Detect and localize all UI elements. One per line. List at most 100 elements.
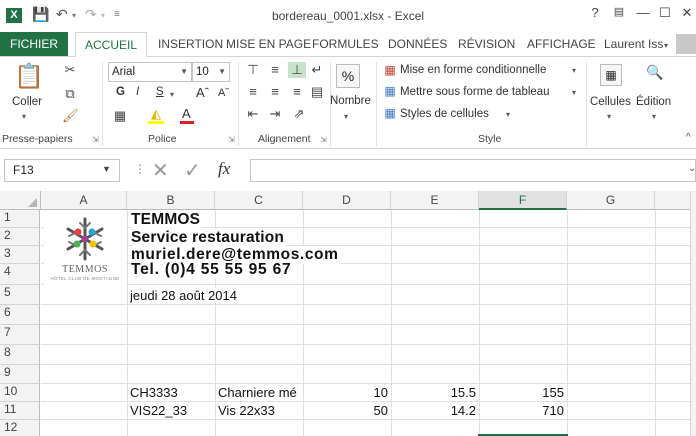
cells-icon[interactable]: ▦ xyxy=(600,64,622,86)
tab-view[interactable]: AFFICHAGE xyxy=(527,37,596,51)
ribbon-display-options-icon[interactable]: ▤ xyxy=(608,5,630,18)
tab-file[interactable]: FICHIER xyxy=(0,32,68,56)
font-launcher-icon[interactable]: ⇲ xyxy=(228,135,235,144)
conditional-format-button[interactable]: Mise en forme conditionnelle xyxy=(400,64,546,76)
column-header-d[interactable]: D xyxy=(303,191,391,210)
tab-review[interactable]: RÉVISION xyxy=(458,37,515,51)
editing-button[interactable]: Édition xyxy=(636,96,671,108)
tab-data[interactable]: DONNÉES xyxy=(388,37,447,51)
cell-styles-button[interactable]: Styles de cellules xyxy=(400,108,489,120)
align-bottom-icon[interactable]: ⊥ xyxy=(288,62,306,78)
help-button[interactable]: ? xyxy=(584,5,606,20)
cut-icon[interactable]: ✂ xyxy=(62,62,78,78)
avatar[interactable] xyxy=(676,34,696,54)
close-button[interactable]: ✕ xyxy=(676,5,696,21)
row-header-6[interactable]: 6 xyxy=(0,305,40,325)
paste-icon[interactable]: 📋 xyxy=(14,62,44,92)
cell-e10[interactable]: 15.5 xyxy=(391,385,476,400)
increase-font-icon[interactable]: Aˆ xyxy=(196,85,209,100)
clipboard-launcher-icon[interactable]: ⇲ xyxy=(92,135,99,144)
cell-b11[interactable]: VIS22_33 xyxy=(130,403,187,418)
column-header-a[interactable]: A xyxy=(41,191,127,210)
row-header-2[interactable]: 2 xyxy=(0,228,40,246)
number-format-button[interactable]: Nombre xyxy=(330,95,371,107)
underline-button[interactable]: S xyxy=(156,86,164,98)
select-all-corner[interactable] xyxy=(0,191,41,210)
copy-icon[interactable]: ⧉ xyxy=(62,86,78,102)
cancel-icon[interactable]: ✕ xyxy=(152,158,169,183)
row-header-10[interactable]: 10 xyxy=(0,384,40,402)
cell-b10[interactable]: CH3333 xyxy=(130,385,178,400)
enter-icon[interactable]: ✓ xyxy=(184,158,201,183)
align-center-icon[interactable]: ≡ xyxy=(266,84,284,99)
italic-button[interactable]: I xyxy=(136,86,139,98)
paste-button[interactable]: Coller xyxy=(12,96,42,108)
row-header-5[interactable]: 5 xyxy=(0,285,40,305)
collapse-ribbon-icon[interactable]: ^ xyxy=(686,132,691,143)
cell-f10[interactable]: 155 xyxy=(479,385,564,400)
align-left-icon[interactable]: ≡ xyxy=(244,84,262,99)
increase-indent-icon[interactable]: ⇥ xyxy=(266,106,284,122)
format-as-table-button[interactable]: Mettre sous forme de tableau xyxy=(400,86,550,98)
font-size-select[interactable]: 10 ▼ xyxy=(192,62,230,82)
table-dropdown-icon[interactable]: ▾ xyxy=(572,88,576,97)
row-header-12[interactable]: 12 xyxy=(0,420,40,436)
align-top-icon[interactable]: ⊤ xyxy=(244,62,262,78)
row-header-7[interactable]: 7 xyxy=(0,325,40,345)
conditional-format-icon[interactable]: ▦ xyxy=(382,63,398,77)
find-binoculars-icon[interactable]: 🔍 xyxy=(644,64,666,86)
tab-formulas[interactable]: FORMULES xyxy=(312,37,379,51)
tab-home[interactable]: ACCUEIL xyxy=(75,32,147,58)
decrease-font-icon[interactable]: Aˇ xyxy=(218,87,229,99)
align-right-icon[interactable]: ≡ xyxy=(288,84,306,99)
paste-dropdown-icon[interactable]: ▾ xyxy=(22,112,26,121)
row-header-11[interactable]: 11 xyxy=(0,402,40,420)
column-header-f[interactable]: F xyxy=(479,191,567,210)
conditional-dropdown-icon[interactable]: ▾ xyxy=(572,66,576,75)
row-header-4[interactable]: 4 xyxy=(0,264,40,285)
cell-f11[interactable]: 710 xyxy=(479,403,564,418)
user-dropdown-icon[interactable]: ▾ xyxy=(664,41,668,50)
alignment-launcher-icon[interactable]: ⇲ xyxy=(320,135,327,144)
column-header-b[interactable]: B xyxy=(127,191,215,210)
maximize-button[interactable]: ☐ xyxy=(654,5,676,21)
row-header-3[interactable]: 3 xyxy=(0,246,40,264)
decrease-indent-icon[interactable]: ⇤ xyxy=(244,106,262,122)
row-header-1[interactable]: 1 xyxy=(0,210,40,228)
cell-styles-dropdown-icon[interactable]: ▾ xyxy=(506,110,510,119)
cell-e11[interactable]: 14.2 xyxy=(391,403,476,418)
cell-c11[interactable]: Vis 22x33 xyxy=(218,403,302,418)
column-header-c[interactable]: C xyxy=(215,191,303,210)
format-table-icon[interactable]: ▦ xyxy=(382,84,398,98)
fill-color-icon[interactable]: ◭ xyxy=(148,106,164,122)
borders-icon[interactable]: ▦ xyxy=(112,108,128,124)
cell-d11[interactable]: 50 xyxy=(303,403,388,418)
format-painter-icon[interactable]: 🖌 xyxy=(62,108,79,124)
insert-function-button[interactable]: fx xyxy=(218,159,230,179)
expand-formula-bar-icon[interactable]: ⌄ xyxy=(688,163,696,174)
minimize-button[interactable]: — xyxy=(632,5,654,20)
column-header-e[interactable]: E xyxy=(391,191,479,210)
cell-c10[interactable]: Charniere mé xyxy=(218,385,302,400)
cell-styles-icon[interactable]: ▦ xyxy=(382,106,398,120)
wrap-text-icon[interactable]: ↵ xyxy=(308,62,326,78)
cells-dropdown-icon[interactable]: ▾ xyxy=(607,112,611,121)
column-header-g[interactable]: G xyxy=(567,191,655,210)
row-header-9[interactable]: 9 xyxy=(0,365,40,384)
editing-dropdown-icon[interactable]: ▾ xyxy=(652,112,656,121)
merge-center-icon[interactable]: ▤ xyxy=(308,84,326,100)
font-color-icon[interactable]: A xyxy=(182,106,191,121)
font-name-select[interactable]: Arial ▼ xyxy=(108,62,192,82)
cells-button[interactable]: Cellules xyxy=(590,96,631,108)
date-cell[interactable]: jeudi 28 août 2014 xyxy=(130,288,239,303)
bold-button[interactable]: G xyxy=(116,86,125,98)
orientation-icon[interactable]: ⇗ xyxy=(290,106,308,122)
number-dropdown-icon[interactable]: ▾ xyxy=(344,112,348,121)
vertical-scrollbar[interactable] xyxy=(690,191,696,436)
formula-input[interactable] xyxy=(250,159,696,182)
percent-icon[interactable]: % xyxy=(336,64,360,88)
row-header-8[interactable]: 8 xyxy=(0,345,40,365)
user-name[interactable]: Laurent Iss xyxy=(604,37,663,51)
name-box-dropdown-icon[interactable]: ▼ xyxy=(102,164,111,174)
tab-insert[interactable]: INSERTION xyxy=(158,37,223,51)
